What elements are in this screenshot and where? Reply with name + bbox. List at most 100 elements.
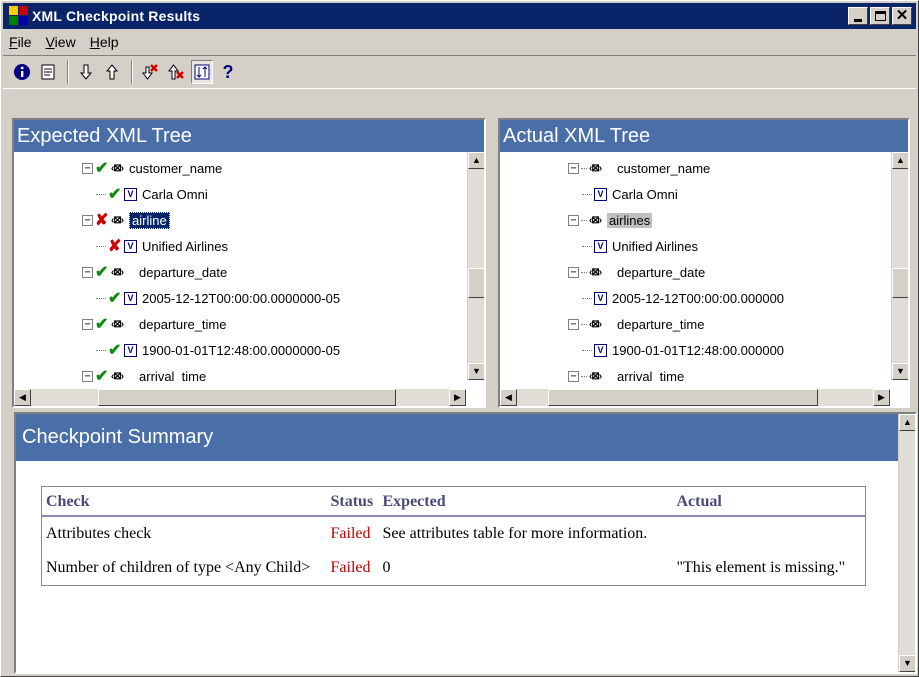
scroll-thumb[interactable] — [468, 268, 484, 298]
tree-node[interactable]: − ✔ ‹⊠› customer_name — [82, 157, 222, 179]
tree-node[interactable]: − ✔ ‹⊠› arrival_time — [82, 365, 206, 382]
collapse-icon[interactable]: − — [82, 214, 93, 226]
check-icon: ✔ — [95, 160, 109, 177]
collapse-icon[interactable]: − — [82, 162, 93, 174]
collapse-icon[interactable]: − — [568, 266, 579, 278]
scroll-down-icon[interactable]: ▼ — [468, 363, 484, 380]
tree-connector — [581, 271, 587, 273]
expected-vertical-scrollbar[interactable]: ▲ ▼ — [467, 152, 484, 380]
collapse-icon[interactable]: − — [82, 266, 93, 278]
cell-status: Failed — [330, 525, 371, 542]
minimize-icon — [854, 19, 862, 22]
scroll-down-icon[interactable]: ▼ — [899, 655, 915, 672]
element-icon: ‹⊠› — [111, 266, 124, 278]
checkpoint-summary-pane: Checkpoint Summary Check Status Expected… — [14, 412, 917, 674]
cross-icon: ✘ — [95, 212, 109, 229]
value-icon: V — [124, 187, 137, 201]
tree-node[interactable]: − ‹⊠› arrival_time — [568, 365, 684, 382]
tree-node[interactable]: − ‹⊠› departure_date — [568, 261, 705, 283]
title-bar[interactable]: XML Checkpoint Results ✕ — [3, 3, 916, 29]
summary-header-row: Check Status Expected Actual — [41, 486, 866, 517]
tree-connector — [582, 245, 592, 247]
scroll-thumb[interactable] — [892, 268, 908, 298]
tree-node[interactable]: − ✔ ‹⊠› departure_date — [82, 261, 227, 283]
scroll-left-icon[interactable]: ◀ — [500, 389, 517, 406]
check-icon: ✔ — [95, 368, 109, 382]
node-label: airlines — [607, 212, 653, 228]
scroll-down-icon[interactable]: ▼ — [892, 363, 908, 380]
tree-node[interactable]: − ‹⊠› customer_name — [568, 157, 710, 179]
collapse-icon[interactable]: − — [568, 370, 579, 382]
tree-connector — [582, 297, 592, 299]
close-icon: ✕ — [895, 7, 909, 24]
collapse-icon[interactable]: − — [568, 318, 579, 330]
scroll-thumb[interactable] — [548, 389, 818, 406]
xml-checkpoint-window: XML Checkpoint Results ✕ File View Help — [0, 0, 919, 677]
menu-help[interactable]: Help — [90, 34, 119, 50]
tree-node[interactable]: − ‹⊠› airlines — [568, 209, 653, 231]
actual-horizontal-scrollbar[interactable]: ◀ ▶ — [500, 389, 890, 406]
tree-node[interactable]: V Unified Airlines — [582, 235, 698, 257]
tree-node[interactable]: ✔ V Carla Omni — [96, 183, 208, 205]
column-check: Check — [41, 486, 327, 517]
tree-node[interactable]: V 1900-01-01T12:48:00.000000 — [582, 339, 784, 361]
tree-connector — [96, 349, 106, 351]
scroll-thumb[interactable] — [98, 389, 396, 406]
tree-node[interactable]: ✔ V 2005-12-12T00:00:00.0000000-05 — [96, 287, 340, 309]
maximize-button[interactable] — [870, 7, 890, 25]
close-button[interactable]: ✕ — [892, 7, 912, 25]
cell-check: Attributes check — [46, 525, 152, 542]
tree-connector — [582, 349, 592, 351]
help-icon[interactable]: ? — [217, 60, 239, 84]
minimize-button[interactable] — [848, 7, 868, 25]
up-arrow-icon[interactable] — [101, 60, 123, 84]
previous-failure-icon[interactable] — [165, 60, 187, 84]
tree-node[interactable]: ✘ V Unified Airlines — [96, 235, 228, 257]
tree-node[interactable]: − ‹⊠› departure_time — [568, 313, 705, 335]
node-label: airline — [129, 211, 170, 229]
tree-node-selected[interactable]: − ✘ ‹⊠› airline — [82, 209, 170, 231]
summary-vertical-scrollbar[interactable]: ▲ ▼ — [898, 414, 915, 672]
collapse-icon[interactable]: − — [82, 370, 93, 382]
tree-connector — [581, 219, 587, 221]
synchronize-icon[interactable] — [191, 60, 213, 84]
menu-view[interactable]: View — [46, 34, 76, 50]
element-icon: ‹⊠› — [111, 370, 124, 382]
element-icon: ‹⊠› — [589, 266, 602, 278]
expected-horizontal-scrollbar[interactable]: ◀ ▶ — [14, 389, 466, 406]
scroll-right-icon[interactable]: ▶ — [449, 389, 466, 406]
summary-table: Check Status Expected Actual Attributes … — [41, 486, 866, 586]
actual-vertical-scrollbar[interactable]: ▲ ▼ — [891, 152, 908, 380]
toolbar-separator — [67, 60, 69, 84]
scroll-up-icon[interactable]: ▲ — [892, 152, 908, 169]
collapse-icon[interactable]: − — [82, 318, 93, 330]
pane-splitter[interactable] — [486, 119, 498, 409]
scroll-up-icon[interactable]: ▲ — [468, 152, 484, 169]
app-icon — [9, 6, 29, 26]
scroll-right-icon[interactable]: ▶ — [873, 389, 890, 406]
info-icon[interactable] — [11, 60, 33, 84]
collapse-icon[interactable]: − — [568, 214, 579, 226]
down-arrow-icon[interactable] — [75, 60, 97, 84]
collapse-icon[interactable]: − — [568, 162, 579, 174]
tree-node[interactable]: − ✔ ‹⊠› departure_time — [82, 313, 227, 335]
table-row: Attributes check Failed See attributes t… — [42, 516, 866, 551]
scroll-left-icon[interactable]: ◀ — [14, 389, 31, 406]
tree-node[interactable]: V Carla Omni — [582, 183, 678, 205]
check-icon: ✔ — [108, 342, 122, 359]
menu-file[interactable]: File — [9, 34, 32, 50]
next-failure-icon[interactable] — [139, 60, 161, 84]
tree-node[interactable]: V 2005-12-12T00:00:00.000000 — [582, 287, 784, 309]
window-title: XML Checkpoint Results — [32, 8, 201, 24]
cell-expected: 0 — [382, 559, 391, 576]
tree-node[interactable]: ✔ V 1900-01-01T12:48:00.0000000-05 — [96, 339, 340, 361]
properties-icon[interactable] — [37, 60, 59, 84]
node-label: 1900-01-01T12:48:00.0000000-05 — [142, 342, 341, 358]
element-icon: ‹⊠› — [111, 214, 124, 226]
check-icon: ✔ — [95, 316, 109, 333]
cell-expected: See attributes table for more informatio… — [382, 525, 648, 542]
node-label: arrival_time — [139, 368, 207, 383]
node-label: Carla Omni — [612, 186, 678, 202]
scroll-up-icon[interactable]: ▲ — [899, 414, 915, 431]
element-icon: ‹⊠› — [111, 162, 124, 174]
